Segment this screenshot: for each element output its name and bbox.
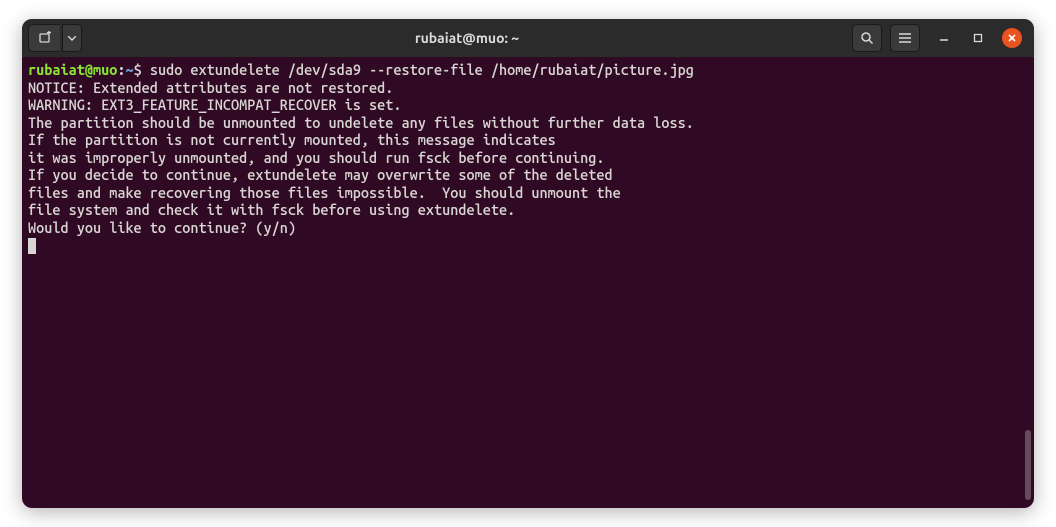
output-line: If the partition is not currently mounte… (28, 131, 1028, 149)
new-tab-button[interactable] (28, 24, 60, 52)
output-line: files and make recovering those files im… (28, 184, 1028, 202)
search-icon (860, 31, 874, 45)
close-button[interactable] (1002, 28, 1022, 48)
output-line: WARNING: EXT3_FEATURE_INCOMPAT_RECOVER i… (28, 96, 1028, 114)
output-line: If you decide to continue, extundelete m… (28, 166, 1028, 184)
maximize-button[interactable] (968, 28, 988, 48)
cursor (28, 238, 36, 254)
output-line: NOTICE: Extended attributes are not rest… (28, 79, 1028, 97)
output-line: Would you like to continue? (y/n) (28, 219, 1028, 237)
window-controls (934, 28, 1022, 48)
maximize-icon (973, 33, 983, 43)
chevron-down-icon (68, 36, 76, 41)
output-line: The partition should be unmounted to und… (28, 114, 1028, 132)
terminal-content[interactable]: rubaiat@muo:~$ sudo extundelete /dev/sda… (22, 57, 1034, 508)
window-title: rubaiat@muo: ~ (86, 30, 848, 46)
output-line: file system and check it with fsck befor… (28, 201, 1028, 219)
command-line: rubaiat@muo:~$ sudo extundelete /dev/sda… (28, 61, 1028, 79)
terminal-window: rubaiat@muo: ~ (22, 19, 1034, 508)
prompt-path: ~ (125, 61, 133, 78)
titlebar: rubaiat@muo: ~ (22, 19, 1034, 57)
new-tab-icon (38, 31, 52, 45)
tab-dropdown-button[interactable] (62, 24, 82, 52)
hamburger-icon (898, 32, 912, 44)
search-button[interactable] (852, 24, 882, 52)
menu-button[interactable] (890, 24, 920, 52)
prompt-user-host: rubaiat@muo (28, 61, 117, 78)
titlebar-left-controls (28, 24, 82, 52)
close-icon (1007, 33, 1017, 43)
minimize-icon (939, 33, 949, 43)
minimize-button[interactable] (934, 28, 954, 48)
scrollbar-thumb[interactable] (1025, 430, 1031, 500)
titlebar-right-controls (852, 24, 1028, 52)
cursor-line (28, 236, 1028, 254)
output-line: it was improperly unmounted, and you sho… (28, 149, 1028, 167)
prompt-dollar: $ (134, 61, 142, 78)
command-text: sudo extundelete /dev/sda9 --restore-fil… (150, 61, 694, 78)
